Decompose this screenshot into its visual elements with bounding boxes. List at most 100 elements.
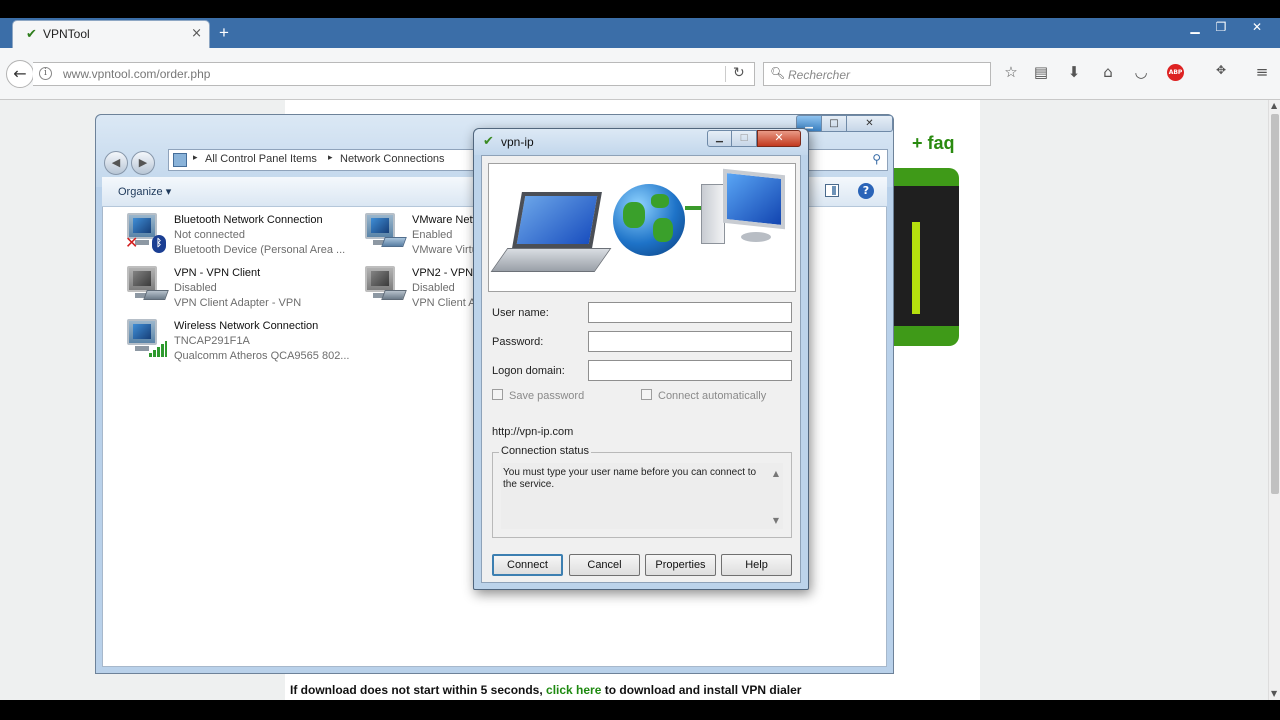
home-icon[interactable]: ⌂	[1097, 63, 1119, 81]
status-scroll-down-icon[interactable]: ▼	[773, 516, 779, 525]
connection-device: VPN Client Ad	[412, 297, 482, 309]
search-placeholder[interactable]: Rechercher	[788, 68, 850, 82]
status-scroll-up-icon[interactable]: ▲	[773, 469, 779, 478]
connection-device: VMware Virtu	[412, 244, 478, 256]
save-password-label: Save password	[509, 390, 585, 402]
url-text[interactable]: www.vpntool.com/order.php	[63, 67, 210, 81]
dialog-minimize-button[interactable]: ▁	[707, 130, 732, 147]
browser-restore-button[interactable]: ❐	[1209, 20, 1233, 34]
vpn-ip-app-icon: ✔	[483, 134, 494, 149]
laptop-illustration	[490, 192, 612, 282]
connection-status-box: You must type your user name before you …	[501, 463, 783, 529]
password-field[interactable]	[588, 331, 792, 352]
connection-status: Disabled	[412, 282, 455, 294]
url-bar[interactable]: i www.vpntool.com/order.php ↻	[33, 62, 755, 86]
download-link[interactable]: click here	[546, 683, 601, 697]
signal-strength-icon	[149, 341, 167, 357]
explorer-forward-button[interactable]: ▶	[131, 151, 155, 175]
save-password-checkbox[interactable]: Save password	[492, 389, 584, 402]
bluetooth-icon: ᛒ	[152, 235, 166, 253]
dialog-body: User name: Password: Logon domain: Save …	[481, 155, 801, 583]
username-label: User name:	[492, 307, 549, 319]
checkbox-icon	[492, 389, 503, 400]
browser-minimize-button[interactable]: ▁	[1183, 20, 1207, 34]
tab-bar: ✔ VPNTool × + ▁ ❐ ✕	[0, 18, 1280, 48]
organize-label: Organize	[118, 186, 163, 198]
banner-bar	[912, 222, 920, 314]
connection-status-legend: Connection status	[499, 445, 592, 457]
organize-menu[interactable]: Organize ▾	[118, 185, 171, 198]
preview-pane-icon[interactable]	[825, 184, 839, 197]
downloads-icon[interactable]: ⬇	[1063, 63, 1085, 81]
wireless-network-icon	[125, 319, 167, 359]
page-scrollbar[interactable]: ▲ ▼	[1268, 100, 1280, 700]
control-panel-icon	[173, 153, 187, 167]
menu-icon[interactable]: ≡	[1251, 63, 1273, 81]
desktop-computer-illustration	[701, 168, 786, 250]
connection-status-message: You must type your user name before you …	[503, 467, 757, 490]
connection-device: Qualcomm Atheros QCA9565 802...	[174, 350, 350, 362]
download-note: If download does not start within 5 seco…	[290, 683, 801, 697]
username-field[interactable]	[588, 302, 792, 323]
breadcrumb-arrow-icon[interactable]: ▸	[328, 153, 333, 163]
connect-button[interactable]: Connect	[492, 554, 563, 576]
dialog-maximize-button: □	[732, 130, 757, 147]
new-tab-button[interactable]: +	[219, 23, 229, 43]
dialog-close-button[interactable]: ✕	[757, 130, 801, 147]
screen: ✔ VPNTool × + ▁ ❐ ✕ ← i www.vpntool.com/…	[0, 18, 1280, 700]
faq-link[interactable]: + faq	[912, 133, 955, 154]
connection-item-wireless[interactable]: Wireless Network Connection TNCAP291F1A …	[113, 317, 351, 367]
download-note-prefix: If download does not start within 5 seco…	[290, 683, 543, 697]
bookmark-star-icon[interactable]: ☆	[1000, 63, 1022, 81]
scroll-up-icon[interactable]: ▲	[1271, 101, 1277, 110]
tab-vpntool[interactable]: ✔ VPNTool ×	[12, 20, 210, 48]
disconnected-x-icon: ✕	[125, 233, 139, 252]
vmware-network-icon	[363, 213, 407, 253]
back-button[interactable]: ←	[6, 60, 34, 88]
scroll-down-icon[interactable]: ▼	[1271, 689, 1277, 698]
connection-status: Disabled	[174, 282, 217, 294]
explorer-search-icon[interactable]: ⚲	[872, 152, 881, 166]
extension-icon[interactable]: ✥	[1210, 63, 1232, 77]
pocket-icon[interactable]: ◡	[1130, 63, 1152, 81]
connection-status: Not connected	[174, 229, 245, 241]
explorer-close-button[interactable]: ✕	[846, 115, 893, 132]
bluetooth-network-icon: ✕ ᛒ	[125, 213, 166, 253]
connect-automatically-checkbox[interactable]: Connect automatically	[641, 389, 766, 402]
breadcrumb-network-connections[interactable]: Network Connections	[340, 153, 445, 165]
connection-device: Bluetooth Device (Personal Area ...	[174, 244, 346, 256]
password-label: Password:	[492, 336, 544, 348]
search-icon: 🔍︎	[770, 66, 786, 80]
reading-list-icon[interactable]: ▤	[1030, 63, 1052, 81]
explorer-maximize-button[interactable]: □	[821, 115, 847, 132]
search-bar[interactable]: 🔍︎ Rechercher	[763, 62, 991, 86]
logon-domain-label: Logon domain:	[492, 365, 565, 377]
connection-status-group: Connection status You must type your use…	[492, 445, 792, 538]
reload-icon[interactable]: ↻	[733, 65, 745, 81]
properties-button[interactable]: Properties	[645, 554, 716, 576]
vpn-ip-url: http://vpn-ip.com	[492, 426, 574, 438]
tab-close-icon[interactable]: ×	[191, 26, 202, 41]
connection-item-bluetooth[interactable]: ✕ ᛒ Bluetooth Network Connection Not con…	[113, 211, 351, 261]
browser-close-button[interactable]: ✕	[1245, 20, 1269, 34]
explorer-back-button[interactable]: ◀	[104, 151, 128, 175]
green-banner	[892, 168, 959, 346]
help-icon[interactable]: ?	[858, 183, 874, 199]
download-note-suffix: to download and install VPN dialer	[604, 683, 802, 697]
connection-name: VPN - VPN Client	[174, 267, 261, 279]
vpn2-network-icon	[363, 266, 407, 306]
breadcrumb-arrow-icon[interactable]: ▸	[193, 153, 198, 163]
vpn-ip-dialog: ✔ vpn-ip ▁ □ ✕ User name: Password: Logo…	[473, 128, 809, 590]
site-info-icon[interactable]: i	[39, 67, 52, 80]
breadcrumb-all-control-panel[interactable]: All Control Panel Items	[205, 153, 317, 165]
adblock-plus-icon[interactable]: ABP	[1167, 64, 1184, 81]
scroll-thumb[interactable]	[1271, 114, 1279, 494]
help-button[interactable]: Help	[721, 554, 792, 576]
globe-illustration	[613, 184, 685, 256]
logon-domain-field[interactable]	[588, 360, 792, 381]
vpn-network-icon	[125, 266, 169, 306]
cancel-button[interactable]: Cancel	[569, 554, 640, 576]
connect-automatically-label: Connect automatically	[658, 390, 767, 402]
connection-status: TNCAP291F1A	[174, 335, 250, 347]
connection-item-vpn[interactable]: VPN - VPN Client Disabled VPN Client Ada…	[113, 264, 351, 314]
